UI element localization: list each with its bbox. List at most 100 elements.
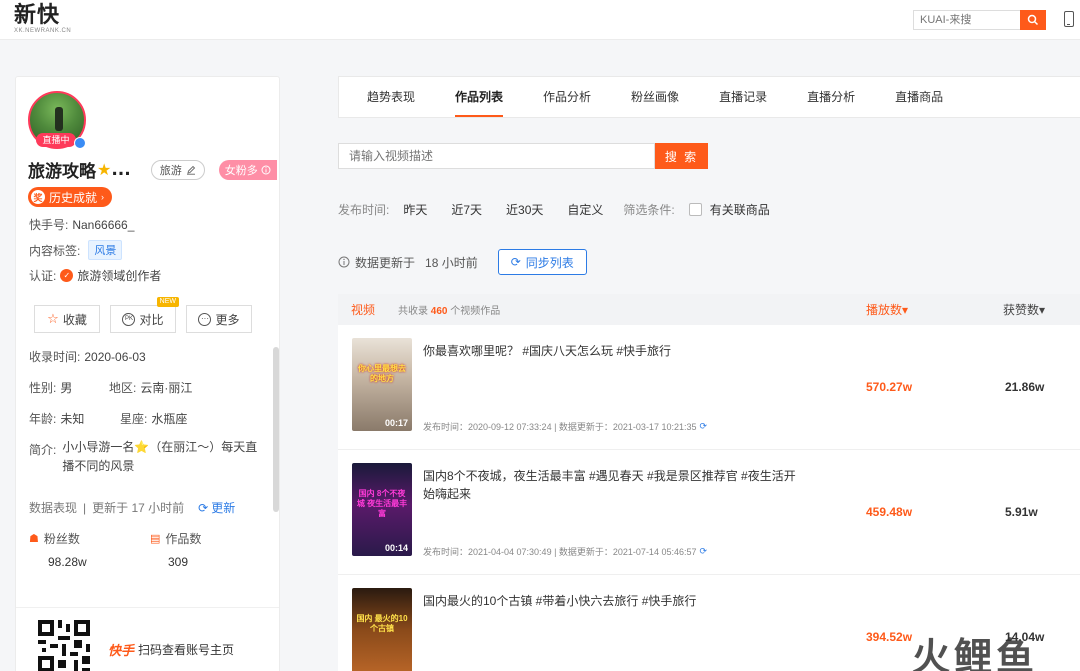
filter-custom[interactable]: 自定义 — [567, 201, 603, 218]
product-checkbox-label: 有关联商品 — [709, 203, 770, 217]
more-button[interactable]: ··· 更多 — [186, 305, 252, 333]
fan-gender-label: 女粉多 — [224, 164, 258, 177]
content-tag-label: 内容标签: — [29, 243, 81, 258]
refresh-label: 更新 — [211, 501, 236, 515]
region-label: 地区: — [109, 381, 137, 395]
history-achievement-button[interactable]: 奖 历史成就 › — [28, 187, 113, 207]
indexed-time-label: 收录时间: — [29, 350, 81, 364]
video-plays: 570.27w — [866, 380, 913, 394]
tab-works-analysis[interactable]: 作品分析 — [543, 77, 591, 117]
video-plays: 394.52w — [866, 630, 913, 644]
video-search-button[interactable]: 搜 索 — [655, 143, 708, 169]
qr-caption: 快手 扫码查看账号主页 — [108, 640, 234, 659]
refresh-icon[interactable]: ⟳ — [699, 421, 707, 432]
fans-icon: ☗ — [29, 533, 39, 545]
sync-list-button[interactable]: ⟳ 同步列表 — [497, 249, 587, 275]
publish-time-label: 发布时间: — [338, 203, 390, 217]
qr-section: 快手 扫码查看账号主页 — [16, 607, 279, 671]
video-search: 搜 索 — [338, 143, 708, 169]
indexed-time: 2020-06-03 — [84, 349, 146, 364]
top-search-button[interactable] — [1020, 10, 1046, 30]
update-hours: 18 小时前 — [425, 255, 478, 270]
star-icon: ★ — [97, 161, 112, 179]
tab-live-products[interactable]: 直播商品 — [895, 77, 943, 117]
site-logo[interactable]: 新快 XK.NEWRANK.CN — [14, 4, 71, 35]
profile-name: 旅游攻略 — [28, 162, 96, 182]
tab-live-records[interactable]: 直播记录 — [719, 77, 767, 117]
info-icon — [261, 165, 271, 174]
top-search-input[interactable] — [913, 10, 1021, 30]
category-tag[interactable]: 旅游 — [150, 159, 205, 180]
video-count: 共收录 460 个视频作品 — [398, 302, 500, 317]
data-update-time: 更新于 17 小时前 — [92, 501, 185, 515]
col-plays-sort[interactable]: 播放数▾ — [866, 301, 908, 318]
bio-label: 简介: — [29, 443, 57, 457]
bio: 小小导游一名⭐（在丽江～）每天直播不同的风景 — [62, 440, 258, 473]
favorite-button[interactable]: ☆ 收藏 — [34, 305, 100, 333]
video-duration: 00:17 — [384, 418, 408, 428]
video-thumbnail[interactable]: 国内 最火的10个古镇 — [352, 588, 412, 671]
video-title[interactable]: 你最喜欢哪里呢？ #国庆八天怎么玩 #快手旅行 — [423, 342, 803, 360]
account-label: 快手号: — [29, 218, 69, 232]
video-thumbnail[interactable]: 国内 8个不夜城 夜生活最丰富 00:14 — [352, 463, 412, 556]
refresh-icon: ⟳ — [198, 500, 209, 515]
avatar-wrap[interactable]: 直播中 — [28, 91, 86, 149]
age-label: 年龄: — [29, 412, 57, 426]
update-text: 数据更新于 — [355, 255, 416, 270]
video-plays: 459.48w — [866, 505, 913, 519]
top-bar: 新快 XK.NEWRANK.CN — [0, 0, 1080, 40]
video-search-input[interactable] — [338, 143, 655, 169]
name-ellipsis: ... — [111, 159, 131, 180]
scrollbar[interactable] — [273, 347, 279, 512]
name-row: 旅游攻略 ★ ... 旅游 女粉多 — [28, 157, 279, 182]
more-label: 更多 — [215, 312, 240, 327]
qr-code[interactable] — [38, 620, 90, 671]
sync-label: 同步列表 — [525, 255, 574, 270]
filter-30-days[interactable]: 近30天 — [506, 201, 543, 218]
video-title[interactable]: 国内最火的10个古镇 #带着小快六去旅行 #快手旅行 — [423, 592, 803, 610]
video-meta: 发布时间：2020-09-12 07:33:24 | 数据更新于：2021-03… — [423, 420, 707, 433]
fans-value: 98.28w — [48, 555, 87, 569]
gender-row: 性别: 男 — [29, 379, 72, 396]
zodiac-label: 星座: — [120, 412, 148, 426]
count-prefix: 共收录 — [398, 306, 428, 317]
video-likes: 21.86w — [1005, 380, 1045, 394]
compare-label: 对比 — [139, 312, 164, 327]
count-number: 460 — [430, 306, 448, 317]
col-video: 视频 — [351, 303, 376, 317]
account-row: 快手号: Nan66666_ — [29, 216, 134, 233]
bio-row: 简介: 小小导游一名⭐（在丽江～）每天直播不同的风景 — [29, 440, 269, 476]
live-badge: 直播中 — [36, 133, 76, 147]
search-icon — [1027, 14, 1039, 26]
filter-yesterday[interactable]: 昨天 — [403, 201, 427, 218]
tab-fan-profile[interactable]: 粉丝画像 — [631, 77, 679, 117]
thumbnail-caption: 你心里最想去的地方 — [358, 364, 406, 383]
filter-7-days[interactable]: 近7天 — [451, 201, 482, 218]
age: 未知 — [60, 412, 85, 426]
mobile-icon[interactable] — [1064, 11, 1074, 27]
video-thumbnail[interactable]: 你心里最想去的地方 00:17 — [352, 338, 412, 431]
tab-works-list[interactable]: 作品列表 — [455, 77, 504, 117]
tab-bar: 趋势表现 作品列表 作品分析 粉丝画像 直播记录 直播分析 直播商品 — [338, 76, 1080, 118]
table-row[interactable]: 国内 8个不夜城 夜生活最丰富 00:14 国内8个不夜城，夜生活最丰富 #遇见… — [338, 450, 1080, 575]
content-tag-row: 内容标签: 风景 — [29, 240, 123, 260]
fan-gender-tag[interactable]: 女粉多 — [218, 159, 277, 180]
compare-button[interactable]: PK 对比 NEW — [110, 297, 179, 333]
favorite-label: 收藏 — [62, 312, 87, 327]
tab-live-analysis[interactable]: 直播分析 — [807, 77, 855, 117]
table-row[interactable]: 你心里最想去的地方 00:17 你最喜欢哪里呢？ #国庆八天怎么玩 #快手旅行 … — [338, 325, 1080, 450]
gender: 男 — [60, 381, 73, 395]
col-likes-sort[interactable]: 获赞数▾ — [1003, 301, 1045, 318]
content-tag[interactable]: 风景 — [88, 240, 123, 260]
refresh-icon[interactable]: ⟳ — [699, 546, 707, 557]
profile-card: 直播中 旅游攻略 ★ ... 旅游 女粉多 奖 历史成就 › 快手号: Nan6… — [15, 76, 280, 671]
video-duration: 00:14 — [384, 543, 408, 553]
product-checkbox[interactable] — [688, 203, 702, 216]
tab-trend[interactable]: 趋势表现 — [367, 77, 415, 117]
sync-icon: ⟳ — [510, 255, 521, 269]
video-table: 视频 共收录 460 个视频作品 播放数▾ 获赞数▾ 你心里最想去的地方 00:… — [338, 294, 1080, 671]
edit-icon — [186, 165, 195, 175]
video-title[interactable]: 国内8个不夜城，夜生活最丰富 #遇见春天 #我是景区推荐官 #夜生活开始嗨起来 — [423, 467, 803, 503]
refresh-button[interactable]: ⟳ 更新 — [198, 499, 235, 516]
condition-label: 筛选条件: — [623, 203, 675, 217]
